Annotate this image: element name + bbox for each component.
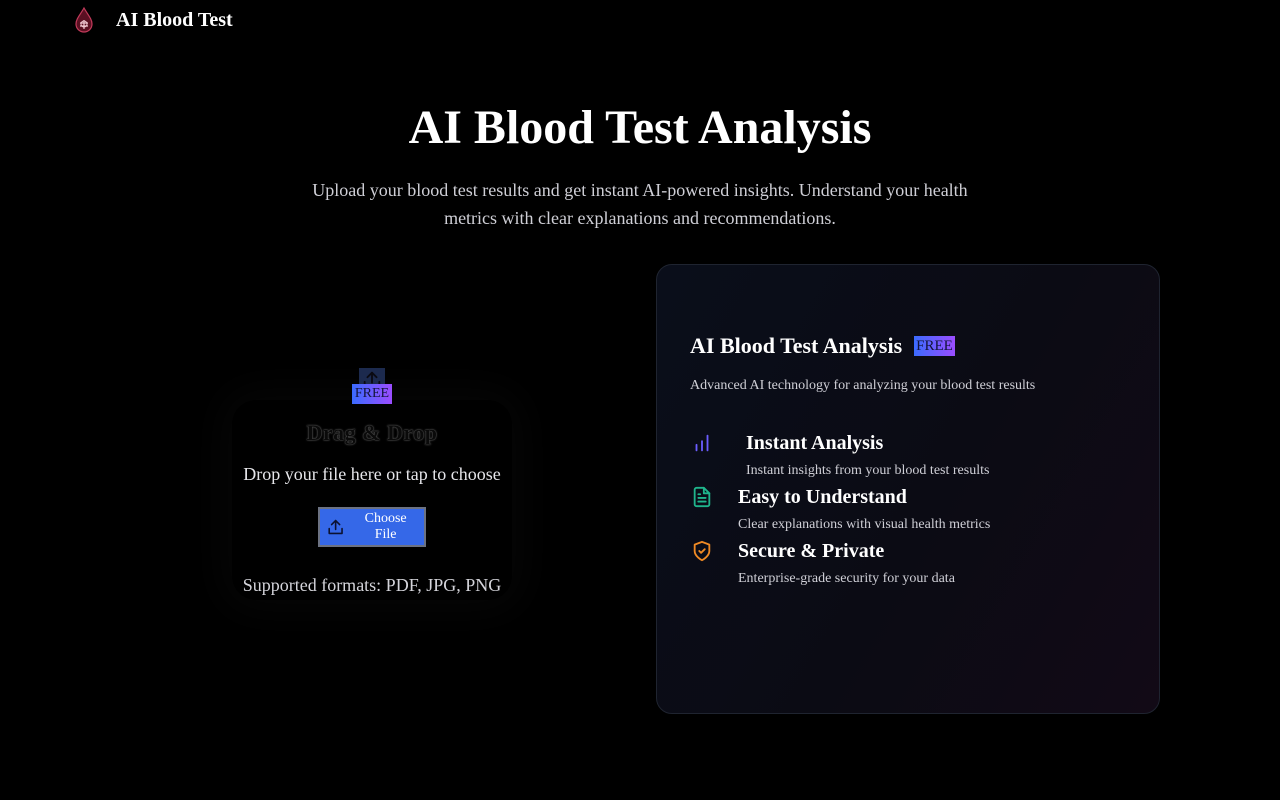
card-title-row: AI Blood Test Analysis FREE [690, 333, 955, 359]
page-title: AI Blood Test Analysis [408, 101, 872, 154]
header: AI Blood Test [72, 0, 233, 40]
card-title: AI Blood Test Analysis [690, 333, 903, 358]
brand-name[interactable]: AI Blood Test [116, 9, 233, 32]
page-subtitle: Upload your blood test results and get i… [312, 180, 968, 228]
supported-formats: Supported formats: PDF, JPG, PNG [242, 575, 502, 595]
card-free-badge: FREE [914, 336, 955, 356]
feature-title: Easy to Understand [738, 486, 907, 508]
free-badge: FREE [352, 384, 392, 404]
feature-desc: Instant insights from your blood test re… [746, 463, 990, 478]
document-icon [690, 485, 714, 509]
choose-file-button[interactable]: Choose File [318, 507, 426, 547]
feature-title: Instant Analysis [746, 432, 884, 454]
feature-title: Secure & Private [738, 540, 885, 562]
blood-drop-logo-icon[interactable] [72, 6, 96, 34]
feature-easy-to-understand: Easy to Understand Clear explanations wi… [690, 485, 990, 533]
feature-desc: Enterprise-grade security for your data [738, 571, 955, 586]
choose-file-label: Choose File [364, 511, 407, 542]
upload-arrow-icon [328, 519, 343, 535]
upload-dropzone[interactable]: FREE Drag & Drop Drop your file here or … [232, 360, 512, 620]
feature-instant-analysis: Instant Analysis Instant insights from y… [690, 431, 989, 479]
drop-instructions: Drop your file here or tap to choose [243, 464, 501, 484]
drag-drop-title: Drag & Drop [306, 420, 438, 445]
feature-secure-private: Secure & Private Enterprise-grade securi… [690, 539, 955, 587]
upload-icon-group: FREE [352, 360, 392, 408]
shield-check-icon [690, 539, 714, 563]
feature-desc: Clear explanations with visual health me… [738, 517, 991, 532]
info-card: AI Blood Test Analysis FREE Advanced AI … [656, 264, 1160, 714]
card-subtitle: Advanced AI technology for analyzing you… [690, 378, 1036, 393]
bar-chart-icon [690, 431, 714, 455]
